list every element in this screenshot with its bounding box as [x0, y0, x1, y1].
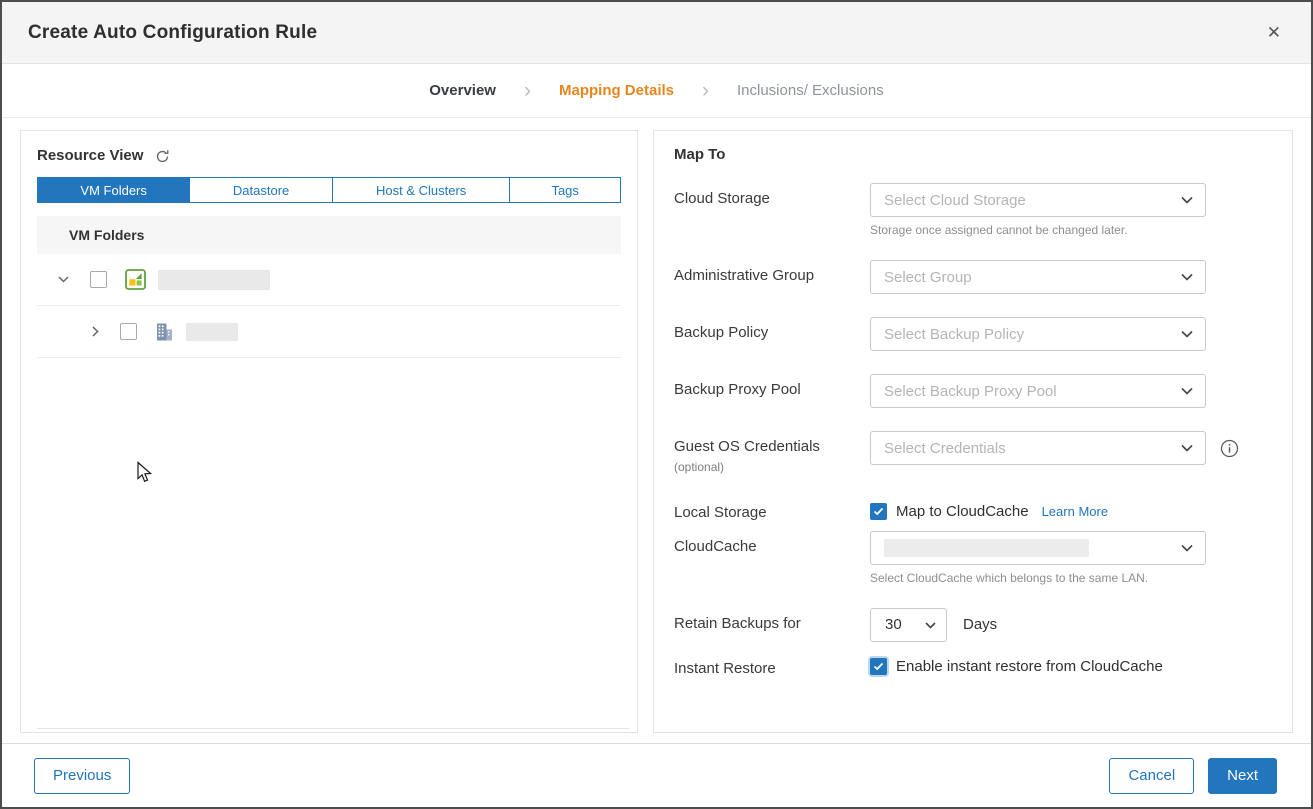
- vcenter-icon: [125, 269, 146, 290]
- host-icon: [155, 322, 174, 342]
- backup-proxy-pool-placeholder: Select Backup Proxy Pool: [884, 383, 1057, 400]
- backup-policy-select[interactable]: Select Backup Policy: [870, 317, 1206, 351]
- redacted-host-name: [186, 323, 238, 341]
- field-local-storage: Local Storage Map to CloudCache Learn Mo…: [674, 498, 1270, 523]
- field-instant-restore: Instant Restore Enable instant restore f…: [674, 656, 1270, 679]
- backup-proxy-pool-select[interactable]: Select Backup Proxy Pool: [870, 374, 1206, 408]
- previous-button[interactable]: Previous: [34, 758, 130, 794]
- resource-view-title: Resource View: [37, 147, 143, 164]
- chevron-down-icon: [1181, 439, 1193, 457]
- redacted-cloudcache-value: [884, 539, 1089, 557]
- retain-backups-label: Retain Backups for: [674, 608, 870, 634]
- dialog-title: Create Auto Configuration Rule: [28, 22, 317, 44]
- info-icon[interactable]: [1220, 439, 1239, 458]
- tree-row-host: [37, 306, 621, 358]
- guest-os-credentials-label-text: Guest OS Credentials: [674, 438, 820, 455]
- backup-proxy-pool-label: Backup Proxy Pool: [674, 374, 870, 400]
- dialog-footer: Previous Cancel Next: [2, 743, 1311, 807]
- field-guest-os-credentials: Guest OS Credentials (optional) Select C…: [674, 431, 1270, 475]
- tab-tags[interactable]: Tags: [509, 178, 620, 202]
- field-retain-backups: Retain Backups for 30 Days: [674, 608, 1270, 642]
- guest-os-credentials-select[interactable]: Select Credentials: [870, 431, 1206, 465]
- chevron-down-icon: [925, 616, 936, 634]
- next-button[interactable]: Next: [1208, 758, 1277, 794]
- dialog-header: Create Auto Configuration Rule ✕: [2, 2, 1311, 64]
- field-cloudcache: CloudCache Select CloudCache which belon…: [674, 531, 1270, 585]
- chevron-down-icon[interactable]: [55, 273, 72, 286]
- guest-os-credentials-placeholder: Select Credentials: [884, 440, 1006, 457]
- tree-row-vcenter: [37, 254, 621, 306]
- map-to-cloudcache-checkbox[interactable]: [870, 503, 887, 520]
- guest-os-credentials-optional: (optional): [674, 460, 870, 475]
- cloud-storage-placeholder: Select Cloud Storage: [884, 192, 1026, 209]
- cloud-storage-helper: Storage once assigned cannot be changed …: [870, 223, 1206, 237]
- chevron-down-icon: [1181, 191, 1193, 209]
- administrative-group-placeholder: Select Group: [884, 269, 972, 286]
- tab-host-clusters[interactable]: Host & Clusters: [332, 178, 510, 202]
- step-inclusions-exclusions[interactable]: Inclusions/ Exclusions: [737, 82, 884, 99]
- create-auto-configuration-rule-dialog: Create Auto Configuration Rule ✕ Overvie…: [0, 0, 1313, 809]
- administrative-group-select[interactable]: Select Group: [870, 260, 1206, 294]
- field-backup-proxy-pool: Backup Proxy Pool Select Backup Proxy Po…: [674, 374, 1270, 408]
- tree-column-header: VM Folders: [37, 216, 621, 254]
- map-to-panel: Map To Cloud Storage Select Cloud Storag…: [653, 130, 1293, 733]
- scrollbar-track[interactable]: [37, 728, 629, 729]
- mouse-cursor-icon: [136, 461, 153, 489]
- enable-instant-restore-checkbox[interactable]: [870, 658, 887, 675]
- cloudcache-select[interactable]: [870, 531, 1206, 565]
- chevron-down-icon: [1181, 382, 1193, 400]
- resource-view-header: Resource View: [21, 131, 637, 164]
- administrative-group-label: Administrative Group: [674, 260, 870, 286]
- enable-instant-restore-label: Enable instant restore from CloudCache: [896, 658, 1163, 675]
- field-cloud-storage: Cloud Storage Select Cloud Storage Stora…: [674, 183, 1270, 237]
- field-administrative-group: Administrative Group Select Group: [674, 260, 1270, 294]
- resource-view-panel: Resource View VM Folders Datastore Host …: [20, 130, 638, 733]
- close-icon[interactable]: ✕: [1263, 20, 1285, 45]
- field-backup-policy: Backup Policy Select Backup Policy: [674, 317, 1270, 351]
- map-to-cloudcache-label: Map to CloudCache: [896, 503, 1029, 520]
- chevron-right-icon[interactable]: [89, 323, 102, 340]
- map-to-title: Map To: [674, 146, 1270, 163]
- vcenter-checkbox[interactable]: [90, 271, 107, 288]
- tab-vm-folders[interactable]: VM Folders: [38, 178, 189, 202]
- host-checkbox[interactable]: [120, 323, 137, 340]
- cloudcache-helper: Select CloudCache which belongs to the s…: [870, 571, 1206, 585]
- retain-days-value: 30: [885, 616, 902, 633]
- resource-tree: [37, 254, 621, 358]
- backup-policy-label: Backup Policy: [674, 317, 870, 343]
- learn-more-link[interactable]: Learn More: [1042, 504, 1108, 519]
- step-mapping-details[interactable]: Mapping Details: [559, 82, 674, 99]
- cancel-button[interactable]: Cancel: [1109, 758, 1194, 794]
- cloud-storage-select[interactable]: Select Cloud Storage: [870, 183, 1206, 217]
- chevron-down-icon: [1181, 268, 1193, 286]
- chevron-down-icon: [1181, 539, 1193, 557]
- cloud-storage-label: Cloud Storage: [674, 183, 870, 209]
- chevron-right-separator-icon: ›: [524, 80, 531, 101]
- tab-datastore[interactable]: Datastore: [189, 178, 332, 202]
- retain-days-suffix: Days: [963, 616, 997, 633]
- chevron-right-separator-icon: ›: [702, 80, 709, 101]
- resource-view-tabs: VM Folders Datastore Host & Clusters Tag…: [37, 177, 621, 203]
- dialog-body: Resource View VM Folders Datastore Host …: [2, 118, 1311, 743]
- instant-restore-label: Instant Restore: [674, 656, 870, 679]
- retain-days-select[interactable]: 30: [870, 608, 947, 642]
- cloudcache-label: CloudCache: [674, 531, 870, 557]
- guest-os-credentials-label: Guest OS Credentials (optional): [674, 431, 870, 475]
- step-overview[interactable]: Overview: [429, 82, 496, 99]
- wizard-stepper: Overview › Mapping Details › Inclusions/…: [2, 64, 1311, 118]
- local-storage-label: Local Storage: [674, 498, 870, 523]
- redacted-vcenter-name: [158, 270, 270, 290]
- refresh-icon[interactable]: [155, 149, 170, 164]
- chevron-down-icon: [1181, 325, 1193, 343]
- backup-policy-placeholder: Select Backup Policy: [884, 326, 1024, 343]
